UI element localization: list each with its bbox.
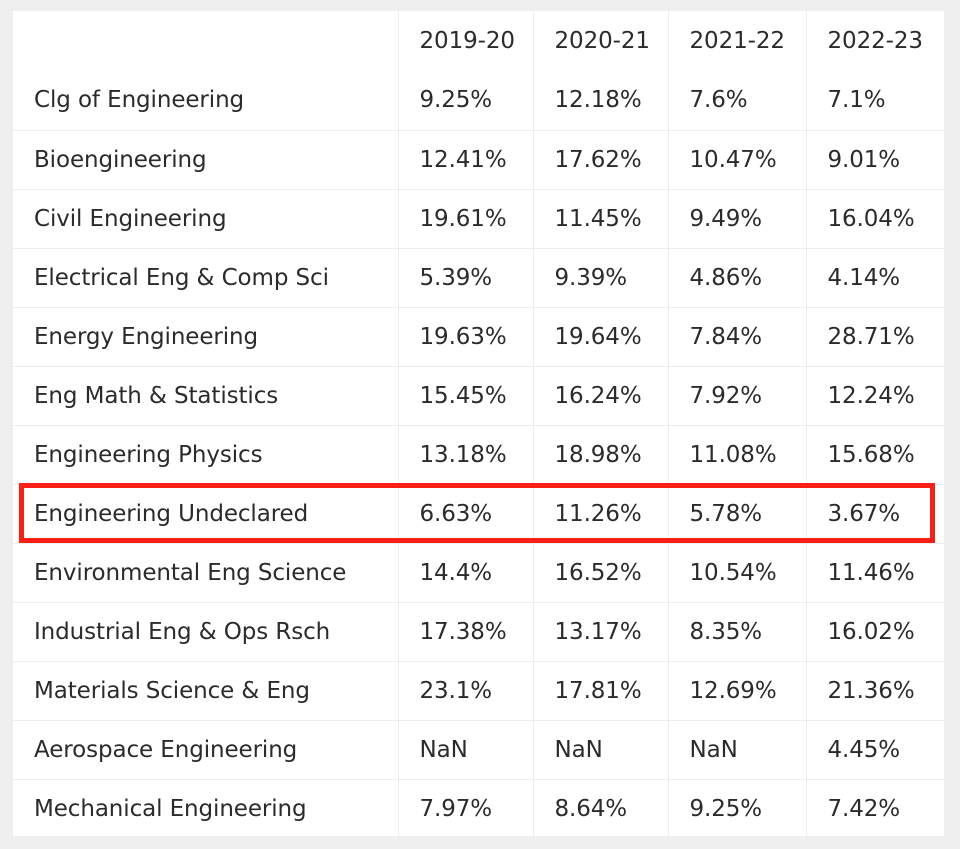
cell-2019-20: 14.4% [398, 543, 534, 603]
table-row: Engineering Physics 13.18% 18.98% 11.08%… [13, 425, 944, 485]
cell-2022-23: 15.68% [806, 425, 944, 485]
table-row: Materials Science & Eng 23.1% 17.81% 12.… [13, 661, 944, 721]
cell-2020-21: 18.98% [533, 425, 669, 485]
table-body: Clg of Engineering 9.25% 12.18% 7.6% 7.1… [13, 71, 944, 836]
cell-2021-22: 11.08% [668, 425, 807, 485]
table-header: 2019-20 2020-21 2021-22 2022-23 [13, 11, 944, 71]
cell-2019-20: 19.61% [398, 189, 534, 249]
cell-2021-22: 9.25% [668, 779, 807, 836]
table-row: Eng Math & Statistics 15.45% 16.24% 7.92… [13, 366, 944, 426]
table-row: Civil Engineering 19.61% 11.45% 9.49% 16… [13, 189, 944, 249]
cell-2021-22: 10.47% [668, 130, 807, 190]
cell-2022-23: 4.14% [806, 248, 944, 308]
cell-2021-22: 7.6% [668, 71, 807, 131]
row-label: Mechanical Engineering [13, 779, 399, 836]
cell-2022-23: 4.45% [806, 720, 944, 780]
cell-2021-22: 8.35% [668, 602, 807, 662]
cell-2021-22: 7.84% [668, 307, 807, 367]
row-label: Eng Math & Statistics [13, 366, 399, 426]
row-label: Bioengineering [13, 130, 399, 190]
cell-2019-20: 12.41% [398, 130, 534, 190]
cell-2022-23: 7.1% [806, 71, 944, 131]
cell-2022-23: 9.01% [806, 130, 944, 190]
row-label: Environmental Eng Science [13, 543, 399, 603]
row-label: Electrical Eng & Comp Sci [13, 248, 399, 308]
cell-2022-23: 7.42% [827, 795, 901, 822]
table-row: Mechanical Engineering 7.97% 8.64% 9.25%… [13, 779, 944, 836]
table-row: Energy Engineering 19.63% 19.64% 7.84% 2… [13, 307, 944, 367]
table-row: Aerospace Engineering NaN NaN NaN 4.45% [13, 720, 944, 780]
cell-2020-21: 9.39% [533, 248, 669, 308]
table-row: Industrial Eng & Ops Rsch 17.38% 13.17% … [13, 602, 944, 662]
cell-2022-23: 12.24% [806, 366, 944, 426]
cell-2021-22: 9.49% [668, 189, 807, 249]
cell-2019-20: 9.25% [398, 71, 534, 131]
cell-2019-20: 7.97% [398, 779, 534, 836]
cell-2020-21: 19.64% [533, 307, 669, 367]
cell-2021-22: 12.69% [668, 661, 807, 721]
cell-2019-20: 13.18% [398, 425, 534, 485]
column-header-2021-22: 2021-22 [668, 11, 807, 71]
cell-2022-23: 3.67% [806, 484, 944, 544]
cell-2020-21: 11.26% [533, 484, 669, 544]
table-row: Electrical Eng & Comp Sci 5.39% 9.39% 4.… [13, 248, 944, 308]
cell-2021-22: 4.86% [668, 248, 807, 308]
row-label: Civil Engineering [13, 189, 399, 249]
cell-2020-21: 11.45% [533, 189, 669, 249]
cell-2020-21: 16.24% [533, 366, 669, 426]
column-header-2019-20: 2019-20 [398, 11, 534, 71]
row-label: Materials Science & Eng [13, 661, 399, 721]
row-label: Engineering Physics [13, 425, 399, 485]
data-table-container: 2019-20 2020-21 2021-22 2022-23 Clg of E… [13, 11, 944, 836]
row-label: Clg of Engineering [13, 71, 399, 131]
page-root: 2019-20 2020-21 2021-22 2022-23 Clg of E… [0, 0, 960, 849]
cell-2019-20: 17.38% [398, 602, 534, 662]
cell-2019-20: 5.39% [398, 248, 534, 308]
cell-2019-20: NaN [398, 720, 534, 780]
table-row: Environmental Eng Science 14.4% 16.52% 1… [13, 543, 944, 603]
column-header-2020-21: 2020-21 [533, 11, 669, 71]
cell-2022-23: 16.02% [806, 602, 944, 662]
cell-2020-21: NaN [533, 720, 669, 780]
row-label: Aerospace Engineering [13, 720, 399, 780]
cell-2021-22: 7.92% [668, 366, 807, 426]
cell-2019-20: 19.63% [398, 307, 534, 367]
row-label: Engineering Undeclared [13, 484, 399, 544]
cell-2019-20: 23.1% [398, 661, 534, 721]
column-header-2022-23: 2022-23 [827, 28, 924, 54]
table-row: Bioengineering 12.41% 17.62% 10.47% 9.01… [13, 130, 944, 190]
cell-2020-21: 17.62% [533, 130, 669, 190]
table-row: Clg of Engineering 9.25% 12.18% 7.6% 7.1… [13, 71, 944, 131]
cell-2020-21: 17.81% [533, 661, 669, 721]
cell-2021-22: NaN [668, 720, 807, 780]
cell-2019-20: 6.63% [398, 484, 534, 544]
cell-2021-22: 10.54% [668, 543, 807, 603]
department-percentage-table: 2019-20 2020-21 2021-22 2022-23 Clg of E… [13, 11, 944, 836]
cell-2019-20: 15.45% [398, 366, 534, 426]
row-label: Energy Engineering [13, 307, 399, 367]
row-label: Industrial Eng & Ops Rsch [13, 602, 399, 662]
table-corner-cell [13, 11, 399, 71]
cell-2020-21: 8.64% [533, 779, 669, 836]
cell-2022-23: 28.71% [806, 307, 944, 367]
cell-2022-23: 16.04% [806, 189, 944, 249]
cell-2020-21: 12.18% [533, 71, 669, 131]
cell-2021-22: 5.78% [668, 484, 807, 544]
table-row-highlighted: Engineering Undeclared 6.63% 11.26% 5.78… [13, 484, 944, 544]
cell-2020-21: 16.52% [533, 543, 669, 603]
cell-2022-23: 11.46% [806, 543, 944, 603]
cell-2020-21: 13.17% [533, 602, 669, 662]
table-header-row: 2019-20 2020-21 2021-22 2022-23 [13, 11, 944, 71]
cell-2022-23: 21.36% [806, 661, 944, 721]
